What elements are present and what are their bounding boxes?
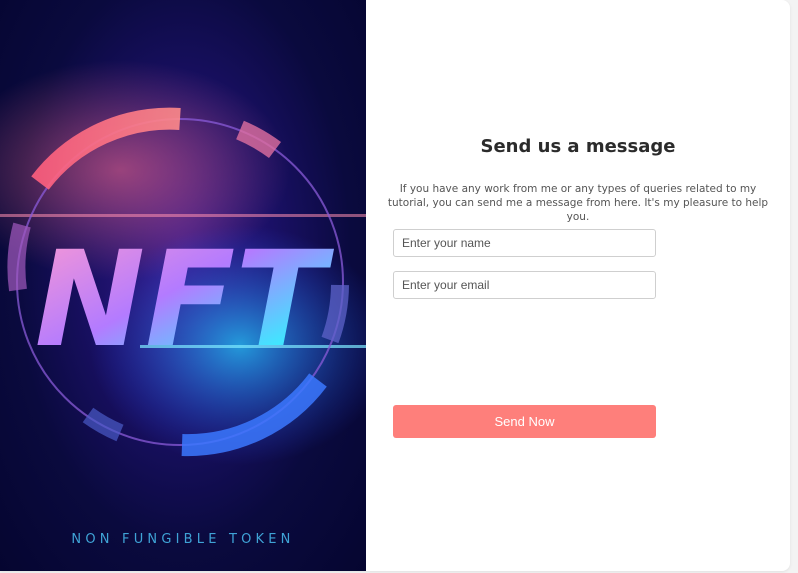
form-title: Send us a message xyxy=(480,136,676,157)
form-description: If you have any work from me or any type… xyxy=(387,183,769,223)
contact-form-panel: Send us a message If you have any work f… xyxy=(366,0,790,571)
nft-logo-text: NFT xyxy=(35,223,335,377)
contact-card: NFT NON FUNGIBLE TOKEN Send us a message… xyxy=(0,0,790,571)
hero-caption: NON FUNGIBLE TOKEN xyxy=(71,532,295,547)
nft-artwork: NFT xyxy=(0,60,366,465)
send-now-button[interactable]: Send Now xyxy=(393,405,656,438)
email-input[interactable] xyxy=(393,271,656,299)
nft-hero-image: NFT NON FUNGIBLE TOKEN xyxy=(0,0,366,571)
name-input[interactable] xyxy=(393,229,656,257)
